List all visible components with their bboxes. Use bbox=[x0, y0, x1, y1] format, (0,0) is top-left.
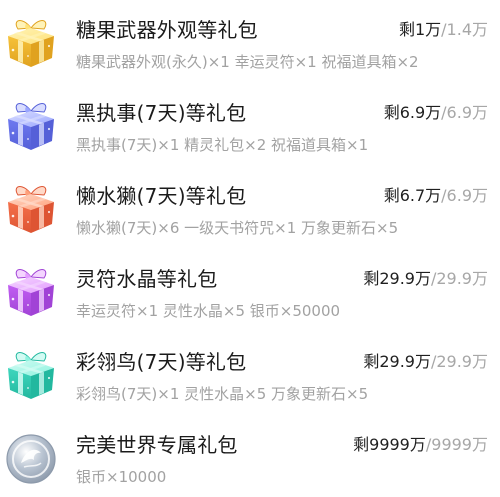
remaining-count: 1万 bbox=[414, 20, 442, 39]
gift-pack-list: 糖果武器外观等礼包 剩1万/1.4万 糖果武器外观(永久)×1 幸运灵符×1 祝… bbox=[0, 0, 500, 496]
total-count: 29.9万 bbox=[436, 269, 488, 288]
gift-pack-remaining: 剩6.9万/6.9万 bbox=[384, 102, 488, 124]
gift-box-blue-icon bbox=[4, 95, 58, 153]
gift-pack-remaining: 剩29.9万/29.9万 bbox=[363, 268, 488, 290]
gift-pack-row[interactable]: 黑执事(7天)等礼包 剩6.9万/6.9万 黑执事(7天)×1 精灵礼包×2 祝… bbox=[0, 83, 500, 165]
gift-pack-contents: 懒水獭(7天)×6 一级天书符咒×1 万象更新石×5 bbox=[76, 219, 399, 237]
gift-pack-title: 懒水獭(7天)等礼包 bbox=[76, 184, 247, 208]
gift-pack-contents: 银币×10000 bbox=[76, 468, 167, 486]
remaining-count: 9999万 bbox=[369, 435, 426, 454]
remaining-prefix: 剩 bbox=[363, 352, 380, 371]
remaining-prefix: 剩 bbox=[363, 269, 380, 288]
gift-pack-contents: 糖果武器外观(永久)×1 幸运灵符×1 祝福道具箱×2 bbox=[76, 53, 419, 71]
total-count: 1.4万 bbox=[446, 20, 488, 39]
gift-pack-remaining: 剩6.7万/6.9万 bbox=[384, 185, 488, 207]
gift-pack-row[interactable]: 懒水獭(7天)等礼包 剩6.7万/6.9万 懒水獭(7天)×6 一级天书符咒×1… bbox=[0, 166, 500, 248]
remaining-count: 6.7万 bbox=[399, 186, 442, 205]
gift-pack-title: 完美世界专属礼包 bbox=[76, 433, 238, 457]
remaining-prefix: 剩 bbox=[353, 435, 370, 454]
total-count: 6.9万 bbox=[446, 103, 488, 122]
remaining-prefix: 剩 bbox=[398, 20, 415, 39]
gift-pack-remaining: 剩9999万/9999万 bbox=[353, 434, 488, 456]
gift-box-purple-icon bbox=[4, 261, 58, 319]
gift-pack-contents: 幸运灵符×1 灵性水晶×5 银币×50000 bbox=[76, 302, 341, 320]
gift-pack-title: 糖果武器外观等礼包 bbox=[76, 18, 258, 42]
remaining-prefix: 剩 bbox=[383, 186, 400, 205]
remaining-count: 29.9万 bbox=[379, 269, 431, 288]
gift-pack-title: 灵符水晶等礼包 bbox=[76, 267, 218, 291]
gift-pack-contents: 彩翎鸟(7天)×1 灵性水晶×5 万象更新石×5 bbox=[76, 385, 369, 403]
gift-pack-row[interactable]: 彩翎鸟(7天)等礼包 剩29.9万/29.9万 彩翎鸟(7天)×1 灵性水晶×5… bbox=[0, 332, 500, 414]
gift-pack-remaining: 剩29.9万/29.9万 bbox=[363, 351, 488, 373]
gift-pack-row[interactable]: 灵符水晶等礼包 剩29.9万/29.9万 幸运灵符×1 灵性水晶×5 银币×50… bbox=[0, 249, 500, 331]
gift-box-gold-icon bbox=[4, 12, 58, 70]
total-count: 29.9万 bbox=[436, 352, 488, 371]
gift-pack-contents: 黑执事(7天)×1 精灵礼包×2 祝福道具箱×1 bbox=[76, 136, 369, 154]
gift-pack-row[interactable]: 完美世界专属礼包 剩9999万/9999万 银币×10000 bbox=[0, 415, 500, 497]
remaining-prefix: 剩 bbox=[383, 103, 400, 122]
remaining-count: 29.9万 bbox=[379, 352, 431, 371]
gift-pack-title: 彩翎鸟(7天)等礼包 bbox=[76, 350, 247, 374]
gift-box-teal-icon bbox=[4, 344, 58, 402]
total-count: 9999万 bbox=[431, 435, 488, 454]
remaining-count: 6.9万 bbox=[399, 103, 442, 122]
total-count: 6.9万 bbox=[446, 186, 488, 205]
gift-pack-row[interactable]: 糖果武器外观等礼包 剩1万/1.4万 糖果武器外观(永久)×1 幸运灵符×1 祝… bbox=[0, 0, 500, 82]
silver-coin-icon bbox=[4, 427, 58, 485]
gift-pack-remaining: 剩1万/1.4万 bbox=[399, 19, 488, 41]
gift-box-orange-icon bbox=[4, 178, 58, 236]
gift-pack-title: 黑执事(7天)等礼包 bbox=[76, 101, 247, 125]
